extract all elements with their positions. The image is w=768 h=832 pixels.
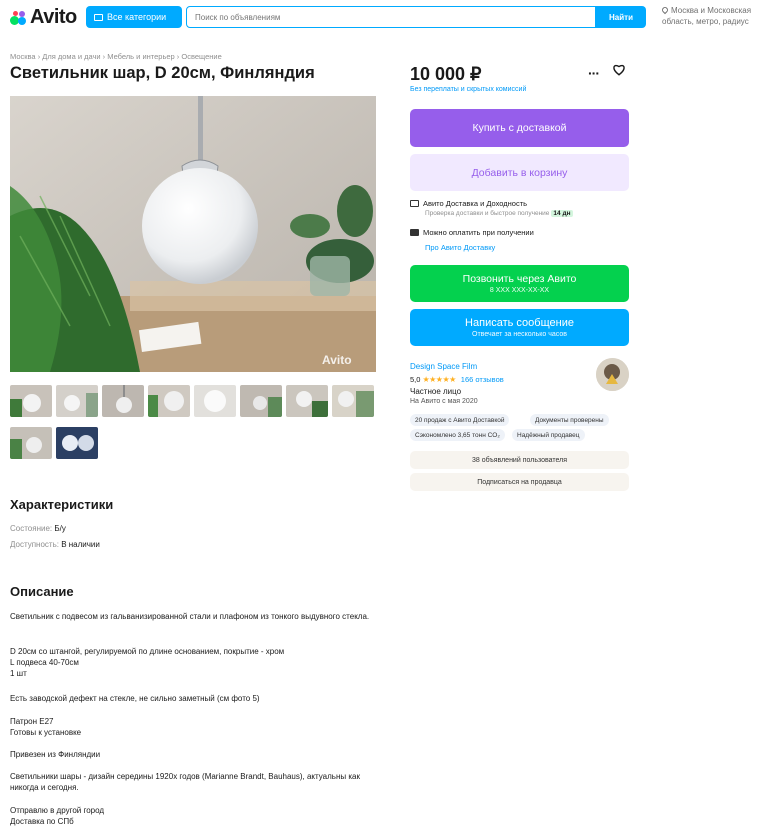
subscribe-seller-button[interactable]: Подписаться на продавца	[410, 473, 629, 491]
description-paragraph: D 20см со штангой, регулируемой по длине…	[10, 647, 285, 678]
description-paragraph: Привезен из Финляндии	[10, 750, 101, 759]
favorite-heart-icon[interactable]	[612, 63, 626, 76]
add-to-cart-button[interactable]: Добавить в корзину	[410, 154, 629, 191]
search-button[interactable]: Найти	[596, 6, 646, 28]
call-button-phone: 8 XXX XXX-XX-XX	[489, 287, 550, 294]
delivery-about-link[interactable]: Про Авито Доставку	[425, 243, 495, 252]
description-paragraph: Светильник с подвесом из гальванизирован…	[10, 612, 370, 621]
search-button-label: Найти	[609, 12, 633, 22]
seller-chip-deliveries: 20 продаж с Авито Доставкой	[410, 414, 510, 426]
svg-text:Avito: Avito	[322, 353, 352, 367]
thumbnail-image	[194, 385, 236, 417]
delivery-tag: 14 дн	[551, 210, 573, 217]
rating-stars-icon: ★★★★★	[422, 375, 456, 384]
char-availability: Доступность: В наличии	[10, 540, 100, 549]
price: 10 000 ₽	[410, 64, 482, 84]
thumbnail-image	[56, 385, 98, 417]
logo-dots-icon	[10, 8, 28, 26]
header: Avito Все категории Найти Москва и Моско…	[0, 0, 768, 36]
avatar-image	[596, 358, 629, 391]
subscribe-label: Подписаться на продавца	[477, 478, 562, 486]
seller-name-link[interactable]: Design Space Film	[410, 362, 477, 371]
seller-ads-label: 38 объявлений пользователя	[471, 456, 568, 464]
call-button[interactable]: Позвонить через Авито 8 XXX XXX-XX-XX	[410, 265, 629, 302]
delivery-box-icon	[410, 200, 419, 207]
price-note-link[interactable]: Без переплаты и скрытых комиссий	[410, 86, 526, 93]
delivery-info: Авито Доставка и Доходность	[410, 199, 527, 208]
lamp-photo-image: Avito	[10, 96, 376, 372]
thumbnail-5[interactable]	[194, 385, 236, 417]
seller-since: На Авито с мая 2020	[410, 398, 478, 405]
char-condition: Состояние: Б/у	[10, 524, 66, 533]
thumbnail-image	[286, 385, 328, 417]
thumbnail-3[interactable]	[102, 385, 144, 417]
logo-text: Avito	[30, 5, 77, 28]
seller-avatar[interactable]	[596, 358, 629, 391]
message-button-label: Написать сообщение	[465, 317, 574, 329]
char-key: Доступность:	[10, 540, 62, 549]
page-title: Светильник шар, D 20см, Финляндия	[10, 64, 315, 82]
reviews-link[interactable]: 166 отзывов	[461, 375, 504, 384]
thumbnail-image	[10, 427, 52, 459]
more-options-icon[interactable]: ···	[588, 65, 600, 81]
call-button-label: Позвонить через Авито	[462, 273, 577, 285]
breadcrumb[interactable]: Москва › Для дома и дачи › Мебель и инте…	[10, 52, 222, 61]
thumbnail-image	[10, 385, 52, 417]
thumbnail-10[interactable]	[56, 427, 98, 459]
seller-chip-documents: Документы проверены	[530, 414, 609, 426]
card-icon	[410, 229, 419, 236]
thumbnail-image	[240, 385, 282, 417]
char-value: Б/у	[54, 524, 66, 533]
thumbnail-7[interactable]	[286, 385, 328, 417]
delivery-line1-sub: Проверка доставки и быстрое получение	[425, 210, 550, 217]
categories-icon	[94, 13, 103, 21]
message-button-sub: Отвечает за несколько часов	[472, 331, 567, 338]
thumbnail-image	[332, 385, 374, 417]
send-message-button[interactable]: Написать сообщение Отвечает за несколько…	[410, 309, 629, 346]
thumbnail-4[interactable]	[148, 385, 190, 417]
rating-value: 5,0	[410, 375, 421, 384]
description-heading: Описание	[10, 584, 74, 599]
seller-type: Частное лицо	[410, 387, 462, 396]
thumbnail-6[interactable]	[240, 385, 282, 417]
location-line2: область, метро, радиус	[662, 17, 749, 26]
thumbnail-image	[102, 385, 144, 417]
payment-info: Можно оплатить при получении	[410, 228, 534, 237]
description-paragraph: Патрон E27 Готовы к установке	[10, 717, 82, 737]
avito-logo[interactable]: Avito	[10, 6, 77, 28]
char-value: В наличии	[61, 540, 100, 549]
location-line1: Москва и Московская	[671, 6, 752, 15]
description-paragraph: Отправлю в другой город Доставка по СПб	[10, 806, 105, 826]
thumbnail-2[interactable]	[56, 385, 98, 417]
all-categories-button[interactable]: Все категории	[86, 6, 182, 28]
buy-with-delivery-button[interactable]: Купить с доставкой	[410, 109, 629, 147]
thumbnail-image	[56, 427, 98, 459]
location-selector[interactable]: Москва и Московская область, метро, ради…	[660, 5, 766, 27]
delivery-line1: Авито Доставка и Доходность	[423, 199, 528, 208]
delivery-subinfo: Проверка доставки и быстрое получение 14…	[425, 210, 573, 217]
buy-button-label: Купить с доставкой	[472, 122, 567, 134]
description-paragraph: Светильники шары - дизайн середины 1920х…	[10, 772, 360, 792]
seller-chip-co2: Сэкономлено 3,65 тонн CO₂	[410, 429, 505, 441]
payment-line: Можно оплатить при получении	[423, 228, 534, 237]
seller-chip-reliable: Надёжный продавец	[512, 429, 585, 441]
cart-button-label: Добавить в корзину	[471, 166, 568, 179]
thumbnail-8[interactable]	[332, 385, 374, 417]
all-categories-label: Все категории	[107, 12, 167, 22]
location-pin-icon	[660, 5, 670, 15]
characteristics-heading: Характеристики	[10, 497, 114, 512]
thumbnail-image	[148, 385, 190, 417]
thumbnail-1[interactable]	[10, 385, 52, 417]
main-photo[interactable]: Avito	[10, 96, 376, 372]
seller-ads-button[interactable]: 38 объявлений пользователя	[410, 451, 629, 469]
thumbnail-9[interactable]	[10, 427, 52, 459]
search-input[interactable]	[186, 6, 596, 28]
char-key: Состояние:	[10, 524, 55, 533]
description-paragraph: Есть заводской дефект на стекле, не силь…	[10, 694, 260, 703]
seller-rating: 5,0 ★★★★★ 166 отзывов	[410, 375, 504, 384]
